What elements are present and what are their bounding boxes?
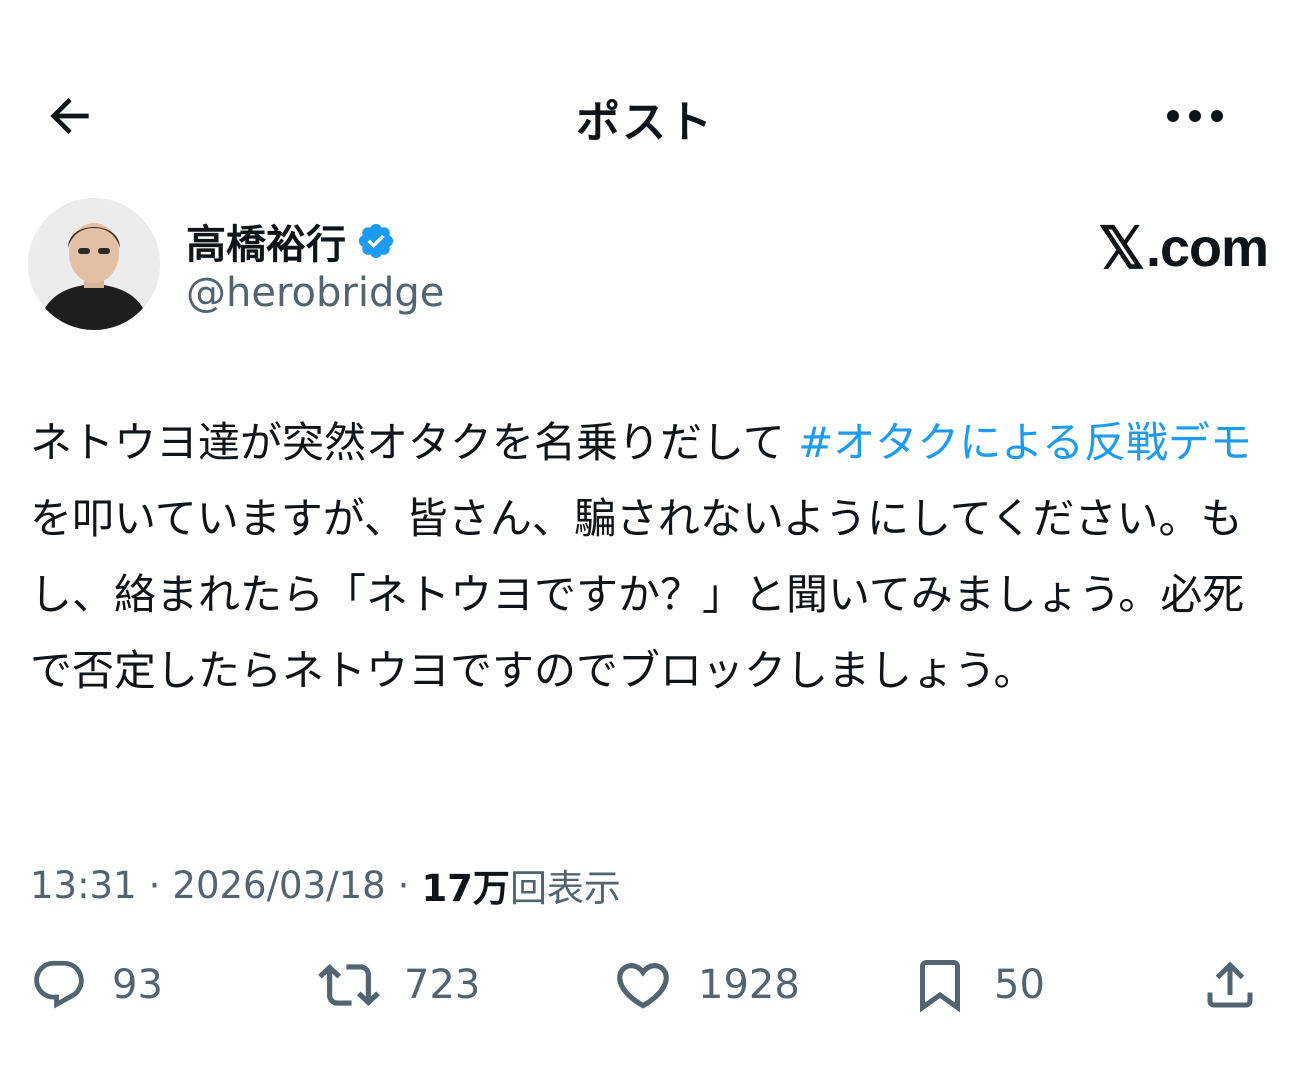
like-button[interactable]: 1928 xyxy=(612,945,800,1025)
share-icon xyxy=(1207,961,1253,1008)
name-row: 高橋裕行 xyxy=(186,212,396,270)
heart-icon xyxy=(617,963,669,1009)
post-text: ネトウヨ達が突然オタクを名乗りだして #オタクによる反戦デモ を叩いていますが、… xyxy=(30,405,1255,709)
more-options-button[interactable] xyxy=(1160,84,1230,148)
meta-separator: · xyxy=(148,863,161,907)
post-author: 高橋裕行 @herobridge 𝕏 .com xyxy=(28,198,1269,338)
repost-button[interactable]: 723 xyxy=(318,945,480,1025)
more-dots-icon xyxy=(1167,110,1223,122)
x-logo-glyph: 𝕏 xyxy=(1098,216,1145,281)
brand-suffix: .com xyxy=(1145,218,1269,278)
share-button[interactable] xyxy=(1200,945,1260,1025)
avatar[interactable] xyxy=(28,198,160,330)
reply-button[interactable]: 93 xyxy=(30,945,163,1025)
reply-count: 93 xyxy=(112,962,163,1008)
user-handle[interactable]: @herobridge xyxy=(186,270,444,316)
avatar-photo xyxy=(28,198,160,330)
x-com-logo: 𝕏 .com xyxy=(1098,214,1269,282)
top-nav-bar: ポスト xyxy=(0,60,1290,170)
action-bar: 93 723 1928 50 xyxy=(0,945,1290,1025)
post-meta: 13:31 · 2026/03/18 · 17万 回表示 xyxy=(30,858,621,912)
meta-separator: · xyxy=(397,863,410,907)
bookmark-icon xyxy=(920,960,960,1013)
reply-icon xyxy=(34,960,84,1009)
like-count: 1928 xyxy=(698,962,800,1008)
post-text-before: ネトウヨ達が突然オタクを名乗りだして xyxy=(30,418,799,467)
post-text-after: を叩いていますが、皆さん、騙されないようにしてください。もし、絡まれたら「ネトウ… xyxy=(30,494,1245,695)
repost-icon xyxy=(318,964,380,1006)
hashtag-link[interactable]: #オタクによる反戦デモ xyxy=(798,418,1252,467)
post-time[interactable]: 13:31 xyxy=(30,864,137,907)
repost-count: 723 xyxy=(404,962,481,1008)
bookmark-count: 50 xyxy=(994,962,1045,1008)
views-count: 17万 xyxy=(421,867,510,910)
display-name[interactable]: 高橋裕行 xyxy=(186,212,346,270)
post-date[interactable]: 2026/03/18 xyxy=(172,864,385,907)
bookmark-button[interactable]: 50 xyxy=(910,945,1045,1025)
views-label: 回表示 xyxy=(509,867,621,910)
page-title: ポスト xyxy=(576,97,714,148)
verified-badge-icon xyxy=(358,223,394,259)
